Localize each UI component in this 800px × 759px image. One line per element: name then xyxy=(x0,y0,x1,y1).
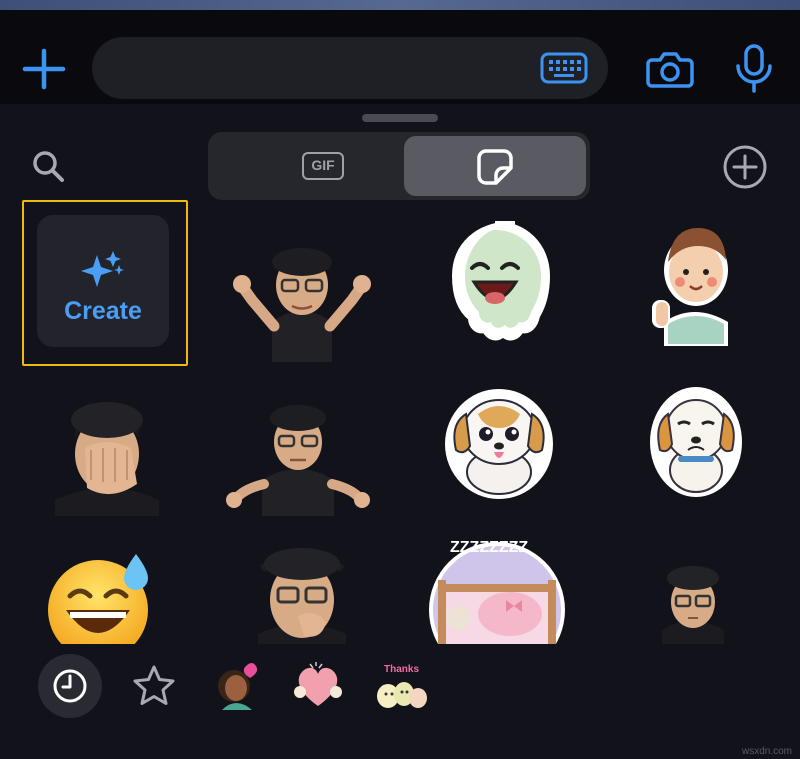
tab-gif[interactable]: GIF xyxy=(228,136,404,196)
sticker-pack-girl-icon[interactable] xyxy=(212,660,260,712)
picker-segmented-control: GIF xyxy=(208,132,590,200)
message-input-bar xyxy=(0,10,800,108)
sad-puppy-image xyxy=(650,387,742,497)
sticker-sweat-smile-emoji[interactable] xyxy=(48,550,154,644)
sticker-sleeping-zzz[interactable]: ZZZZZZZZ xyxy=(428,530,566,644)
pack-thanks-text: Thanks xyxy=(384,664,419,675)
sticker-memoji-small[interactable] xyxy=(660,562,726,644)
happy-puppy-image xyxy=(445,389,553,499)
sleep-zzz-text: ZZZZZZZZ xyxy=(450,539,528,556)
microphone-icon[interactable] xyxy=(732,44,776,94)
sleeping-zzz-image: ZZZZZZZZ xyxy=(429,539,565,644)
recents-tab[interactable] xyxy=(38,654,102,718)
sheet-grabber[interactable] xyxy=(362,114,438,122)
sticker-memoji-facepalm[interactable] xyxy=(55,398,159,516)
create-label: Create xyxy=(64,297,142,325)
clock-icon xyxy=(53,669,87,703)
plus-icon[interactable] xyxy=(20,48,68,90)
create-sticker-button[interactable]: Create xyxy=(37,215,169,347)
star-icon[interactable] xyxy=(132,664,176,706)
memoji-meditate-image xyxy=(226,405,370,516)
sticker-waving-boy[interactable] xyxy=(650,216,740,346)
keyboard-icon[interactable] xyxy=(540,52,588,84)
camera-icon[interactable] xyxy=(646,48,694,90)
sticker-memoji-shrug[interactable] xyxy=(222,240,382,362)
sticker-pack-thanks-icon[interactable]: Thanks xyxy=(374,660,428,712)
memoji-facepalm-image xyxy=(55,402,159,516)
sticker-memoji-meditate[interactable] xyxy=(222,400,374,516)
sticker-sad-puppy[interactable] xyxy=(648,384,744,498)
memoji-small-image xyxy=(662,566,724,644)
sticker-laughing-ghost[interactable] xyxy=(436,218,554,344)
laughing-ghost-image xyxy=(451,221,551,341)
message-text-field[interactable] xyxy=(92,37,608,99)
sticker-pack-heart-icon[interactable] xyxy=(292,660,344,710)
sparkles-icon xyxy=(81,251,124,287)
sweat-smile-emoji-image xyxy=(48,554,148,644)
memoji-thinking-image xyxy=(258,548,346,644)
sticker-icon xyxy=(477,149,513,185)
memoji-shrug-image xyxy=(233,248,371,362)
tab-stickers[interactable] xyxy=(404,136,586,196)
gif-badge-icon: GIF xyxy=(302,152,344,180)
search-icon[interactable] xyxy=(30,148,66,184)
waving-boy-image xyxy=(652,228,728,346)
sticker-memoji-thinking[interactable] xyxy=(254,544,350,644)
plus-circle-icon[interactable] xyxy=(722,144,768,190)
watermark: wsxdn.com xyxy=(741,746,792,757)
sticker-happy-puppy[interactable] xyxy=(444,388,554,500)
